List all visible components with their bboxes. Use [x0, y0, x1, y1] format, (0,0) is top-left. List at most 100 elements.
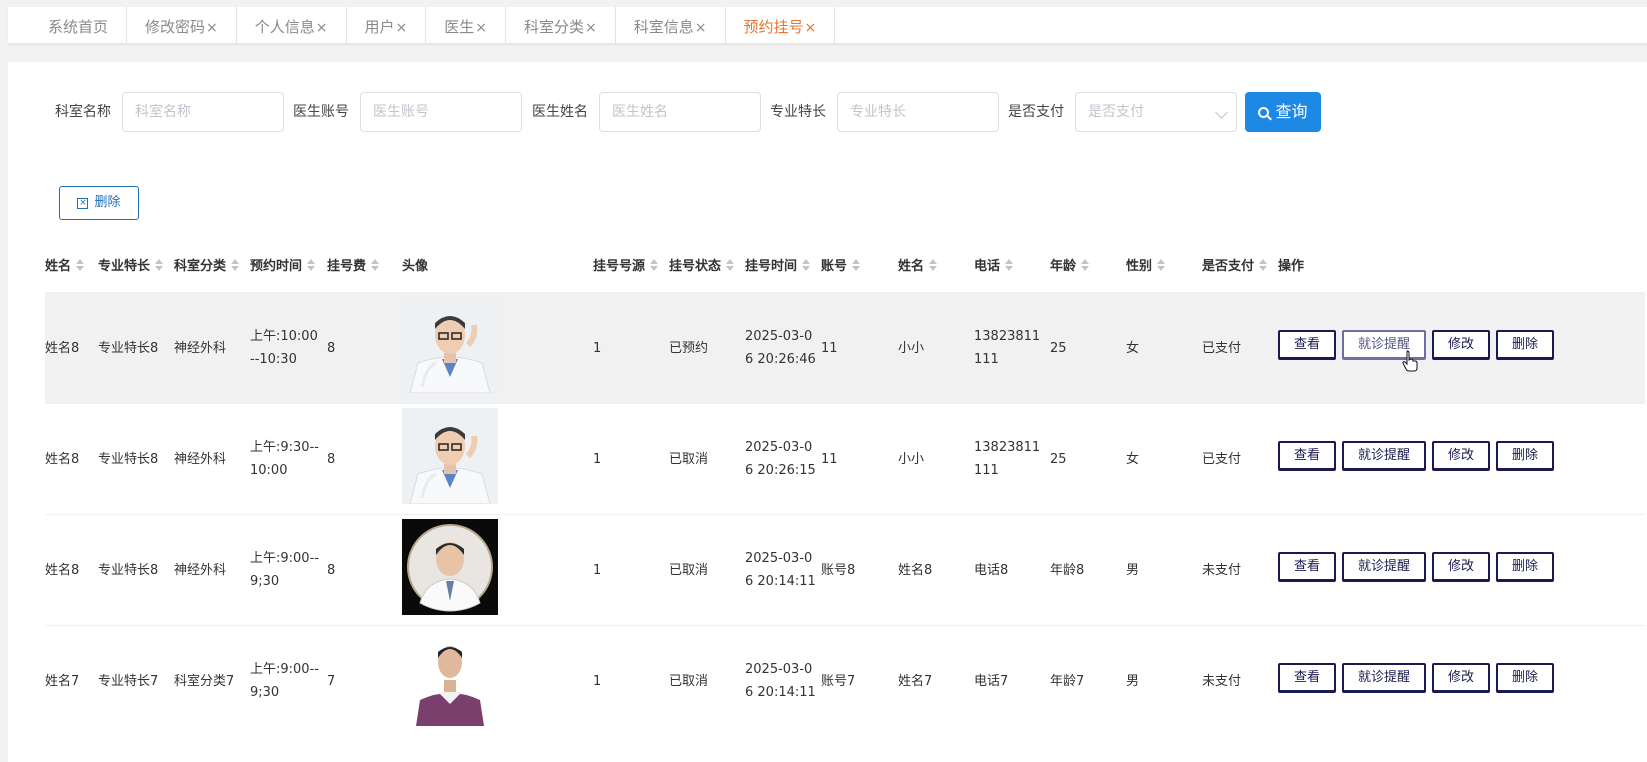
sort-caret-icon[interactable] [802, 259, 811, 271]
column-header-5: 头像 [402, 242, 428, 292]
delete-button[interactable]: 删除 [1496, 552, 1554, 582]
column-header-0[interactable]: 姓名 [45, 242, 85, 292]
cell-account: 11 [821, 340, 838, 356]
view-button[interactable]: 查看 [1278, 441, 1336, 471]
cell-doc-name: 姓名8 [45, 451, 80, 467]
sort-caret-icon[interactable] [650, 259, 659, 271]
appointment-table: 姓名 专业特长 科室分类 预约时间 挂号费 头像 挂号号源 挂号状态 挂号时间 账号 姓名 电话 年龄 性… [45, 242, 1645, 736]
close-icon[interactable]: × [475, 20, 487, 36]
close-icon[interactable]: × [805, 20, 817, 36]
column-header-11[interactable]: 电话 [974, 242, 1014, 292]
cell-status: 已取消 [669, 673, 709, 689]
cell-phone: 电话8 [974, 515, 1046, 625]
close-icon[interactable]: × [316, 20, 328, 36]
sort-caret-icon[interactable] [1005, 259, 1014, 271]
paid-select[interactable]: 是否支付 [1075, 92, 1237, 132]
edit-button[interactable]: 修改 [1432, 441, 1490, 471]
column-header-6[interactable]: 挂号号源 [593, 242, 659, 292]
cell-reg-time: 2025-03-06 20:14:11 [745, 626, 817, 736]
specialty-input[interactable] [837, 92, 999, 132]
cell-dept: 科室分类7 [174, 673, 235, 689]
close-icon[interactable]: × [585, 20, 597, 36]
sort-caret-icon[interactable] [371, 259, 380, 271]
cell-gender: 女 [1126, 451, 1140, 467]
view-button[interactable]: 查看 [1278, 552, 1336, 582]
cell-time: 上午:9:00--9;30 [250, 626, 322, 736]
edit-button[interactable]: 修改 [1432, 552, 1490, 582]
sort-caret-icon[interactable] [929, 259, 938, 271]
cell-source: 1 [593, 340, 602, 356]
column-header-13[interactable]: 性别 [1126, 242, 1166, 292]
tab-2[interactable]: 个人信息× [237, 7, 347, 43]
column-header-1[interactable]: 专业特长 [98, 242, 164, 292]
column-header-label: 挂号时间 [745, 259, 798, 274]
table-body: 姓名8 专业特长8 神经外科 上午:10:00--10:30 8 1 已预约 2025-03-… [45, 292, 1645, 736]
edit-button[interactable]: 修改 [1432, 663, 1490, 693]
cell-reg_time-text: 2025-03-06 20:14:11 [745, 551, 816, 589]
column-header-9[interactable]: 账号 [821, 242, 861, 292]
batch-delete-button[interactable]: × 删除 [59, 186, 139, 220]
query-button[interactable]: 查询 [1245, 92, 1321, 132]
main-panel: 科室名称 医生账号 医生姓名 专业特长 是否支付 是否支付 查询 ×删除 姓名专… [8, 62, 1647, 762]
cell-specialty: 专业特长8 [98, 340, 159, 356]
table-row[interactable]: 姓名7 专业特长7 科室分类7 上午:9:00--9;30 7 1 已取消 2025-03-0… [45, 625, 1645, 736]
tab-5[interactable]: 科室分类× [506, 7, 616, 43]
chevron-down-icon [1215, 106, 1228, 119]
view-button[interactable]: 查看 [1278, 330, 1336, 360]
close-icon[interactable]: × [695, 20, 707, 36]
column-header-3[interactable]: 预约时间 [250, 242, 316, 292]
column-header-12[interactable]: 年龄 [1050, 242, 1090, 292]
table-row[interactable]: 姓名8 专业特长8 神经外科 上午:9:30--10:00 8 1 已取消 2025-03-0… [45, 403, 1645, 514]
column-header-label: 是否支付 [1202, 259, 1255, 274]
sort-caret-icon[interactable] [307, 259, 316, 271]
tab-4[interactable]: 医生× [426, 7, 507, 43]
doctor-name-input[interactable] [599, 92, 761, 132]
delete-button[interactable]: 删除 [1496, 441, 1554, 471]
sort-caret-icon[interactable] [1157, 259, 1166, 271]
sort-caret-icon[interactable] [231, 259, 240, 271]
tab-1[interactable]: 修改密码× [127, 7, 237, 43]
dept-name-input[interactable] [122, 92, 284, 132]
tab-7[interactable]: 预约挂号× [726, 7, 836, 43]
tab-3[interactable]: 用户× [347, 7, 427, 43]
cell-fee: 8 [327, 451, 336, 467]
sort-caret-icon[interactable] [76, 259, 85, 271]
table-row[interactable]: 姓名8 专业特长8 神经外科 上午:10:00--10:30 8 1 已预约 2025-03-… [45, 292, 1645, 403]
tab-6[interactable]: 科室信息× [616, 7, 726, 43]
close-icon[interactable]: × [396, 20, 408, 36]
table-row[interactable]: 姓名8 专业特长8 神经外科 上午:9:00--9;30 8 1 已取消 2025-03-06… [45, 514, 1645, 625]
cell-phone: 电话7 [974, 626, 1046, 736]
column-header-4[interactable]: 挂号费 [327, 242, 380, 292]
tab-list: 系统首页 修改密码× 个人信息× 用户× 医生× 科室分类× 科室信息× 预约挂号× [30, 7, 1647, 43]
paid-select-placeholder: 是否支付 [1088, 104, 1144, 120]
column-header-label: 专业特长 [98, 259, 151, 274]
column-header-label: 性别 [1126, 259, 1153, 274]
cell-dept: 神经外科 [174, 451, 227, 467]
delete-button[interactable]: 删除 [1496, 330, 1554, 360]
sort-caret-icon[interactable] [852, 259, 861, 271]
doctor-account-input[interactable] [360, 92, 522, 132]
cell-time-text: 上午:9:00--9;30 [250, 551, 319, 589]
column-header-14[interactable]: 是否支付 [1202, 242, 1268, 292]
delete-button[interactable]: 删除 [1496, 663, 1554, 693]
column-header-10[interactable]: 姓名 [898, 242, 938, 292]
view-button[interactable]: 查看 [1278, 663, 1336, 693]
sort-caret-icon[interactable] [155, 259, 164, 271]
reminder-button[interactable]: 就诊提醒 [1342, 663, 1426, 693]
column-header-7[interactable]: 挂号状态 [669, 242, 735, 292]
reminder-button[interactable]: 就诊提醒 [1342, 552, 1426, 582]
cell-gender: 女 [1126, 340, 1140, 356]
edit-button[interactable]: 修改 [1432, 330, 1490, 360]
cell-reg_time-text: 2025-03-06 20:26:15 [745, 440, 816, 478]
sort-caret-icon[interactable] [1259, 259, 1268, 271]
cell-specialty: 专业特长7 [98, 673, 159, 689]
sort-caret-icon[interactable] [726, 259, 735, 271]
sort-caret-icon[interactable] [1081, 259, 1090, 271]
column-header-8[interactable]: 挂号时间 [745, 242, 811, 292]
close-icon[interactable]: × [206, 20, 218, 36]
column-header-label: 姓名 [898, 259, 925, 274]
tab-0[interactable]: 系统首页 [30, 7, 128, 43]
cell-phone-text: 电话8 [974, 562, 1009, 578]
column-header-2[interactable]: 科室分类 [174, 242, 240, 292]
reminder-button[interactable]: 就诊提醒 [1342, 441, 1426, 471]
